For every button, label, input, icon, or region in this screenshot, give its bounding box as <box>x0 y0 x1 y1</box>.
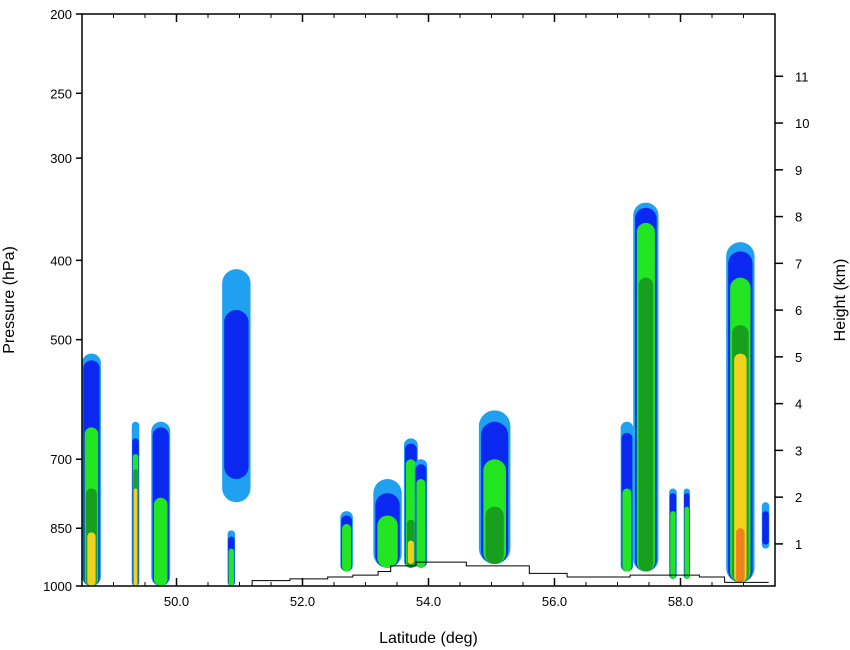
cloud-cell <box>620 421 634 572</box>
cloud-cell <box>633 202 659 572</box>
x-tick-label: 58.0 <box>668 594 693 609</box>
y-tick-label-right: 6 <box>795 303 802 318</box>
cloud-cell <box>669 488 677 579</box>
cross-section-chart: 50.0 52.0 54.0 56.0 58.020025030040050070085… <box>1 7 849 647</box>
contour-level <box>638 277 654 572</box>
cloud-cell <box>227 530 236 586</box>
contour-level <box>133 488 138 586</box>
contour-level <box>622 488 632 572</box>
y-tick-label-right: 2 <box>795 490 802 505</box>
y-tick-label-left: 850 <box>50 521 72 536</box>
cloud-cell <box>131 421 140 586</box>
cloud-cell <box>151 421 171 586</box>
y-tick-label-left: 200 <box>50 7 72 22</box>
contour-level <box>407 540 414 565</box>
contour-level <box>153 497 168 586</box>
y-tick-label-right: 10 <box>795 116 809 131</box>
contour-level <box>228 548 235 586</box>
y-axis-title-left: Pressure (hPa) <box>1 246 18 354</box>
y-tick-label-left: 250 <box>50 86 72 101</box>
cloud-cell <box>478 410 511 565</box>
x-axis-title: Latitude (deg) <box>379 630 478 647</box>
y-tick-label-left: 1000 <box>43 579 72 594</box>
y-tick-label-right: 8 <box>795 210 802 225</box>
contour-level <box>377 515 398 568</box>
y-tick-label-right: 1 <box>795 537 802 552</box>
x-tick-label: 56.0 <box>542 594 567 609</box>
y-tick-label-left: 700 <box>50 452 72 467</box>
y-tick-label-left: 300 <box>50 151 72 166</box>
y-tick-label-right: 3 <box>795 443 802 458</box>
cloud-cell <box>373 478 402 568</box>
y-tick-label-left: 400 <box>50 253 72 268</box>
y-tick-label-left: 500 <box>50 333 72 348</box>
cloud-contours <box>82 202 770 586</box>
y-tick-label-right: 5 <box>795 350 802 365</box>
y-tick-label-right: 9 <box>795 163 802 178</box>
contour-level <box>342 524 352 572</box>
cloud-cell <box>340 511 353 572</box>
contour-level <box>87 532 96 586</box>
y-tick-label-right: 11 <box>795 69 809 84</box>
cloud-cell <box>726 242 755 583</box>
x-tick-label: 50.0 <box>164 594 189 609</box>
cloud-cell <box>414 459 428 568</box>
contour-level <box>762 511 769 545</box>
cloud-cell <box>222 269 251 503</box>
contour-level <box>736 528 745 583</box>
contour-level <box>670 511 676 579</box>
cloud-cell <box>683 488 690 579</box>
contour-level <box>684 506 690 579</box>
contour-level <box>416 478 426 568</box>
cloud-cell <box>761 502 770 549</box>
contour-level <box>224 310 249 479</box>
x-tick-label: 54.0 <box>416 594 441 609</box>
y-tick-label-right: 4 <box>795 397 802 412</box>
y-axis-title-right: Height (km) <box>832 259 849 342</box>
y-tick-label-right: 7 <box>795 256 802 271</box>
contour-level <box>485 506 504 565</box>
cloud-cell <box>82 353 101 586</box>
x-tick-label: 52.0 <box>290 594 315 609</box>
